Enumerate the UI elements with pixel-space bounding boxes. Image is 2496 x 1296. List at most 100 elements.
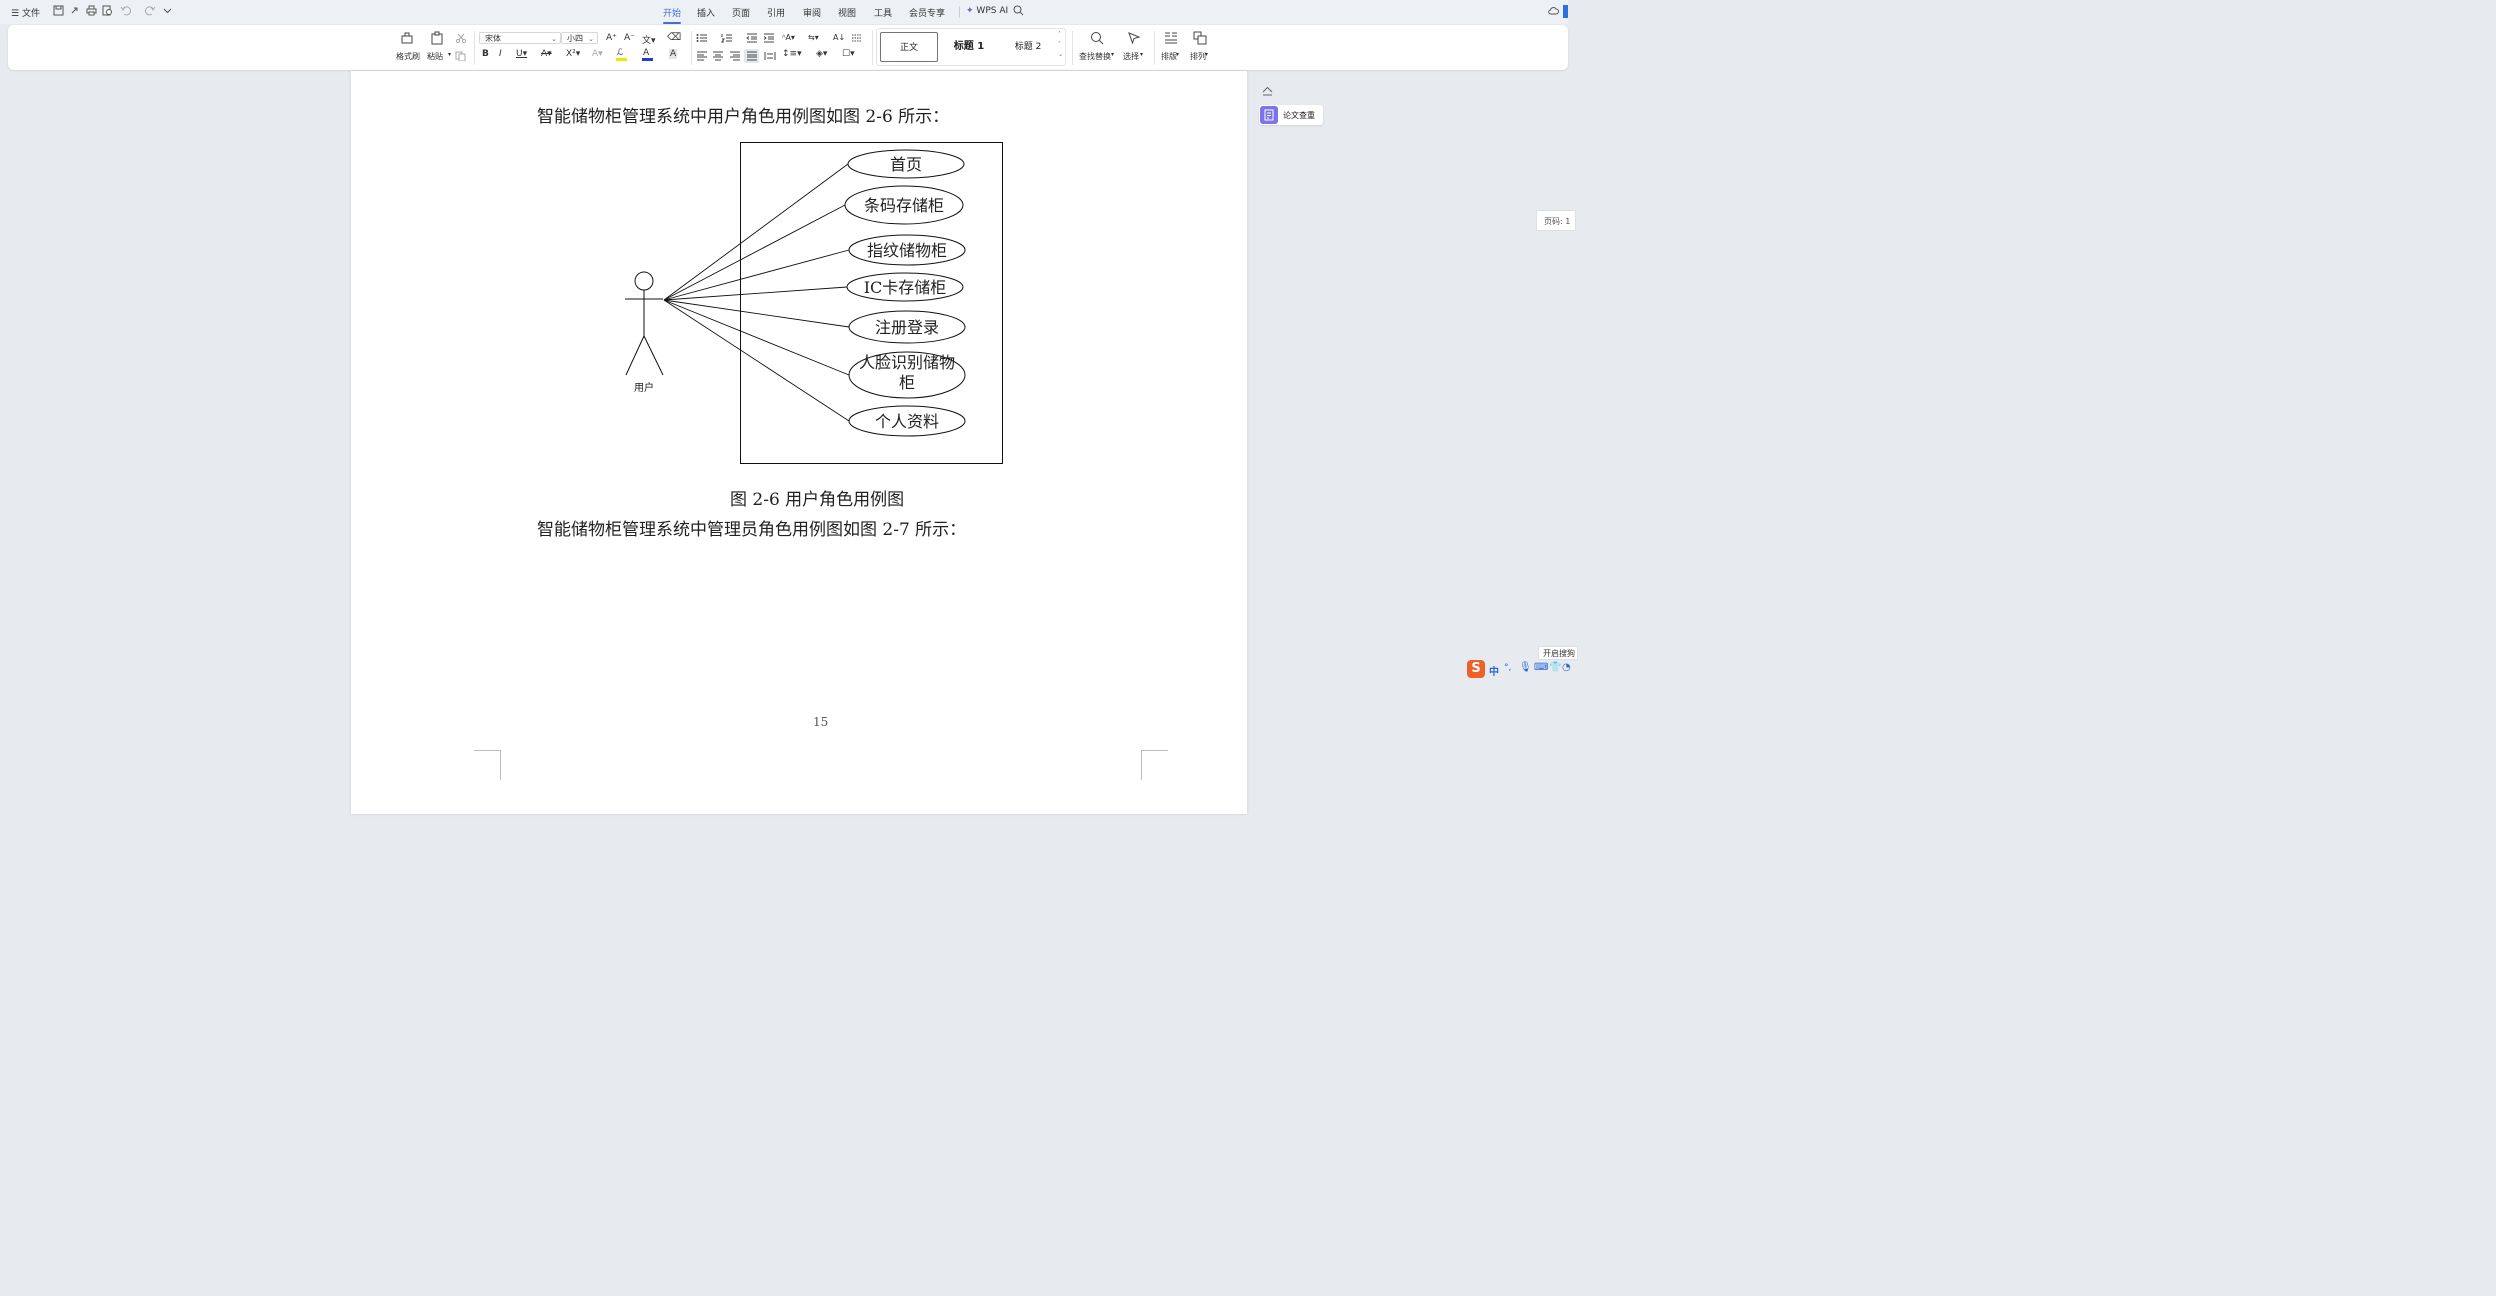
styles-down-icon[interactable]: ˅ xyxy=(1058,41,1061,48)
ime-tooltip: 开启搜狗 xyxy=(1538,646,1578,660)
group-separator xyxy=(1072,31,1073,65)
sort-icon[interactable]: ⇆▾ xyxy=(808,33,819,42)
chinese-mode-icon[interactable]: 中 xyxy=(1489,663,1499,678)
use-case-label: 条码存储柜 xyxy=(864,196,944,215)
use-case-label-line-2: 柜 xyxy=(899,373,915,392)
chevron-down-icon: ⌄ xyxy=(551,35,557,43)
plagiarism-check-button[interactable]: 论文查重 xyxy=(1259,105,1323,125)
chevron-down-icon[interactable]: ▾ xyxy=(1176,51,1179,58)
find-replace-icon[interactable] xyxy=(1090,31,1104,45)
borders-icon[interactable]: ☐▾ xyxy=(842,49,855,59)
shrink-font-icon[interactable]: A⁻ xyxy=(624,33,635,43)
file-menu-label: 文件 xyxy=(21,9,40,19)
arrange-icon[interactable] xyxy=(1193,31,1207,45)
text-effect-icon[interactable]: A▾ xyxy=(592,49,603,59)
underline-icon[interactable]: U▾ xyxy=(516,49,527,59)
shading-icon[interactable]: ◈▾ xyxy=(816,49,827,59)
phonetic-icon[interactable]: 文▾ xyxy=(642,33,656,46)
highlighter-icon: ℒ xyxy=(617,48,624,58)
select-cursor-icon[interactable] xyxy=(1127,31,1141,45)
document-check-icon xyxy=(1260,106,1278,124)
quick-access-chevron-icon[interactable] xyxy=(162,5,173,16)
style-normal[interactable]: 正文 xyxy=(880,32,938,62)
share-icon[interactable] xyxy=(69,5,80,16)
microphone-icon[interactable]: 🎙 xyxy=(1519,662,1532,673)
font-size-select[interactable]: 小四 ⌄ xyxy=(561,32,598,44)
redo-icon[interactable] xyxy=(145,5,156,16)
print-icon[interactable] xyxy=(86,5,97,16)
more-icon[interactable]: ◔ xyxy=(1562,662,1571,673)
show-marks-icon[interactable] xyxy=(851,33,863,43)
distribute-icon[interactable] xyxy=(764,51,776,61)
chevron-down-icon: ⌄ xyxy=(588,35,594,43)
file-menu[interactable]: ☰ 文件 xyxy=(11,6,40,19)
save-icon[interactable] xyxy=(53,5,64,16)
paragraph-1: 智能储物柜管理系统中用户角色用例图如图 2-6 所示： xyxy=(537,107,950,127)
sort-az-icon[interactable]: A↓ xyxy=(833,33,845,42)
justify-icon xyxy=(747,51,757,61)
wps-ai-button[interactable]: ✦ WPS AI xyxy=(966,6,1008,16)
keyboard-icon[interactable]: ⌨ xyxy=(1534,662,1548,673)
punctuation-icon[interactable]: °, xyxy=(1504,663,1511,673)
bold-icon[interactable]: B xyxy=(482,49,489,59)
copy-icon[interactable] xyxy=(455,51,467,61)
clear-format-icon[interactable]: ⌫ xyxy=(667,32,681,43)
find-replace-label: 查找替换 xyxy=(1079,52,1111,61)
arrange-label: 排列 xyxy=(1190,52,1206,61)
tab-page[interactable]: 页面 xyxy=(732,6,750,19)
styles-expand-icon[interactable]: ⌄ xyxy=(1058,51,1063,58)
use-case-label: 个人资料 xyxy=(875,412,939,431)
line-spacing-icon[interactable]: ↕≡▾ xyxy=(782,49,802,59)
print-preview-icon[interactable] xyxy=(102,5,113,16)
highlight-color-button[interactable]: ℒ xyxy=(615,48,635,62)
font-name-select[interactable]: 宋体 ⌄ xyxy=(479,32,561,44)
font-color-button[interactable]: A xyxy=(641,48,661,62)
cut-icon[interactable] xyxy=(455,33,467,43)
cloud-sync-icon[interactable] xyxy=(1548,5,1559,16)
text-direction-icon[interactable]: ᴬA▾ xyxy=(782,33,795,42)
chevron-down-icon[interactable]: ▾ xyxy=(1205,51,1208,58)
align-center-icon[interactable] xyxy=(712,51,724,61)
styles-up-icon[interactable]: ˄ xyxy=(1058,31,1061,38)
tab-tools[interactable]: 工具 xyxy=(874,6,892,19)
tab-review[interactable]: 审阅 xyxy=(803,6,821,19)
strikethrough-icon[interactable]: A▾ xyxy=(541,49,552,59)
style-heading-1[interactable]: 标题 1 xyxy=(939,32,999,62)
account-edge-icon[interactable] xyxy=(1563,5,1568,18)
tab-member[interactable]: 会员专享 xyxy=(909,6,945,19)
layout-icon[interactable] xyxy=(1164,31,1178,45)
document-page[interactable]: 智能储物柜管理系统中用户角色用例图如图 2-6 所示： 用户 首页 条码存储柜 … xyxy=(351,71,1247,814)
style-heading-2[interactable]: 标题 2 xyxy=(999,32,1057,62)
align-left-icon[interactable] xyxy=(696,51,708,61)
tab-home[interactable]: 开始 xyxy=(663,6,682,24)
format-painter-icon[interactable] xyxy=(400,31,414,45)
paste-dropdown-icon[interactable]: ▾ xyxy=(448,51,451,58)
grow-font-icon[interactable]: A⁺ xyxy=(606,33,617,43)
tab-insert[interactable]: 插入 xyxy=(697,6,715,19)
italic-icon[interactable]: I xyxy=(499,49,502,59)
collapse-pane-icon[interactable] xyxy=(1261,84,1274,97)
align-right-icon[interactable] xyxy=(729,51,741,61)
numbered-list-icon[interactable] xyxy=(721,33,733,43)
layout-label: 排版 xyxy=(1161,52,1177,61)
tab-view[interactable]: 视图 xyxy=(838,6,856,19)
increase-indent-icon[interactable] xyxy=(763,33,775,43)
decrease-indent-icon[interactable] xyxy=(746,33,758,43)
justify-button[interactable] xyxy=(744,49,759,63)
superscript-icon[interactable]: X²▾ xyxy=(566,49,580,59)
undo-icon[interactable] xyxy=(120,5,131,16)
chevron-down-icon[interactable]: ▾ xyxy=(1111,51,1114,58)
search-icon[interactable] xyxy=(1013,5,1024,16)
bullet-list-icon[interactable] xyxy=(696,33,708,43)
tab-references[interactable]: 引用 xyxy=(767,6,785,19)
chevron-down-icon[interactable]: ▾ xyxy=(1140,51,1143,58)
char-shading-icon[interactable]: A xyxy=(669,49,678,59)
skin-icon[interactable]: 👕 xyxy=(1549,662,1561,673)
tab-divider xyxy=(959,6,960,18)
plagiarism-check-label: 论文查重 xyxy=(1283,111,1315,120)
actor-label: 用户 xyxy=(634,381,654,394)
page-indicator[interactable]: 页码: 1 xyxy=(1536,210,1576,231)
sogou-logo-icon[interactable]: S xyxy=(1467,660,1485,678)
actor-figure xyxy=(625,271,664,376)
paste-icon[interactable] xyxy=(430,31,444,45)
